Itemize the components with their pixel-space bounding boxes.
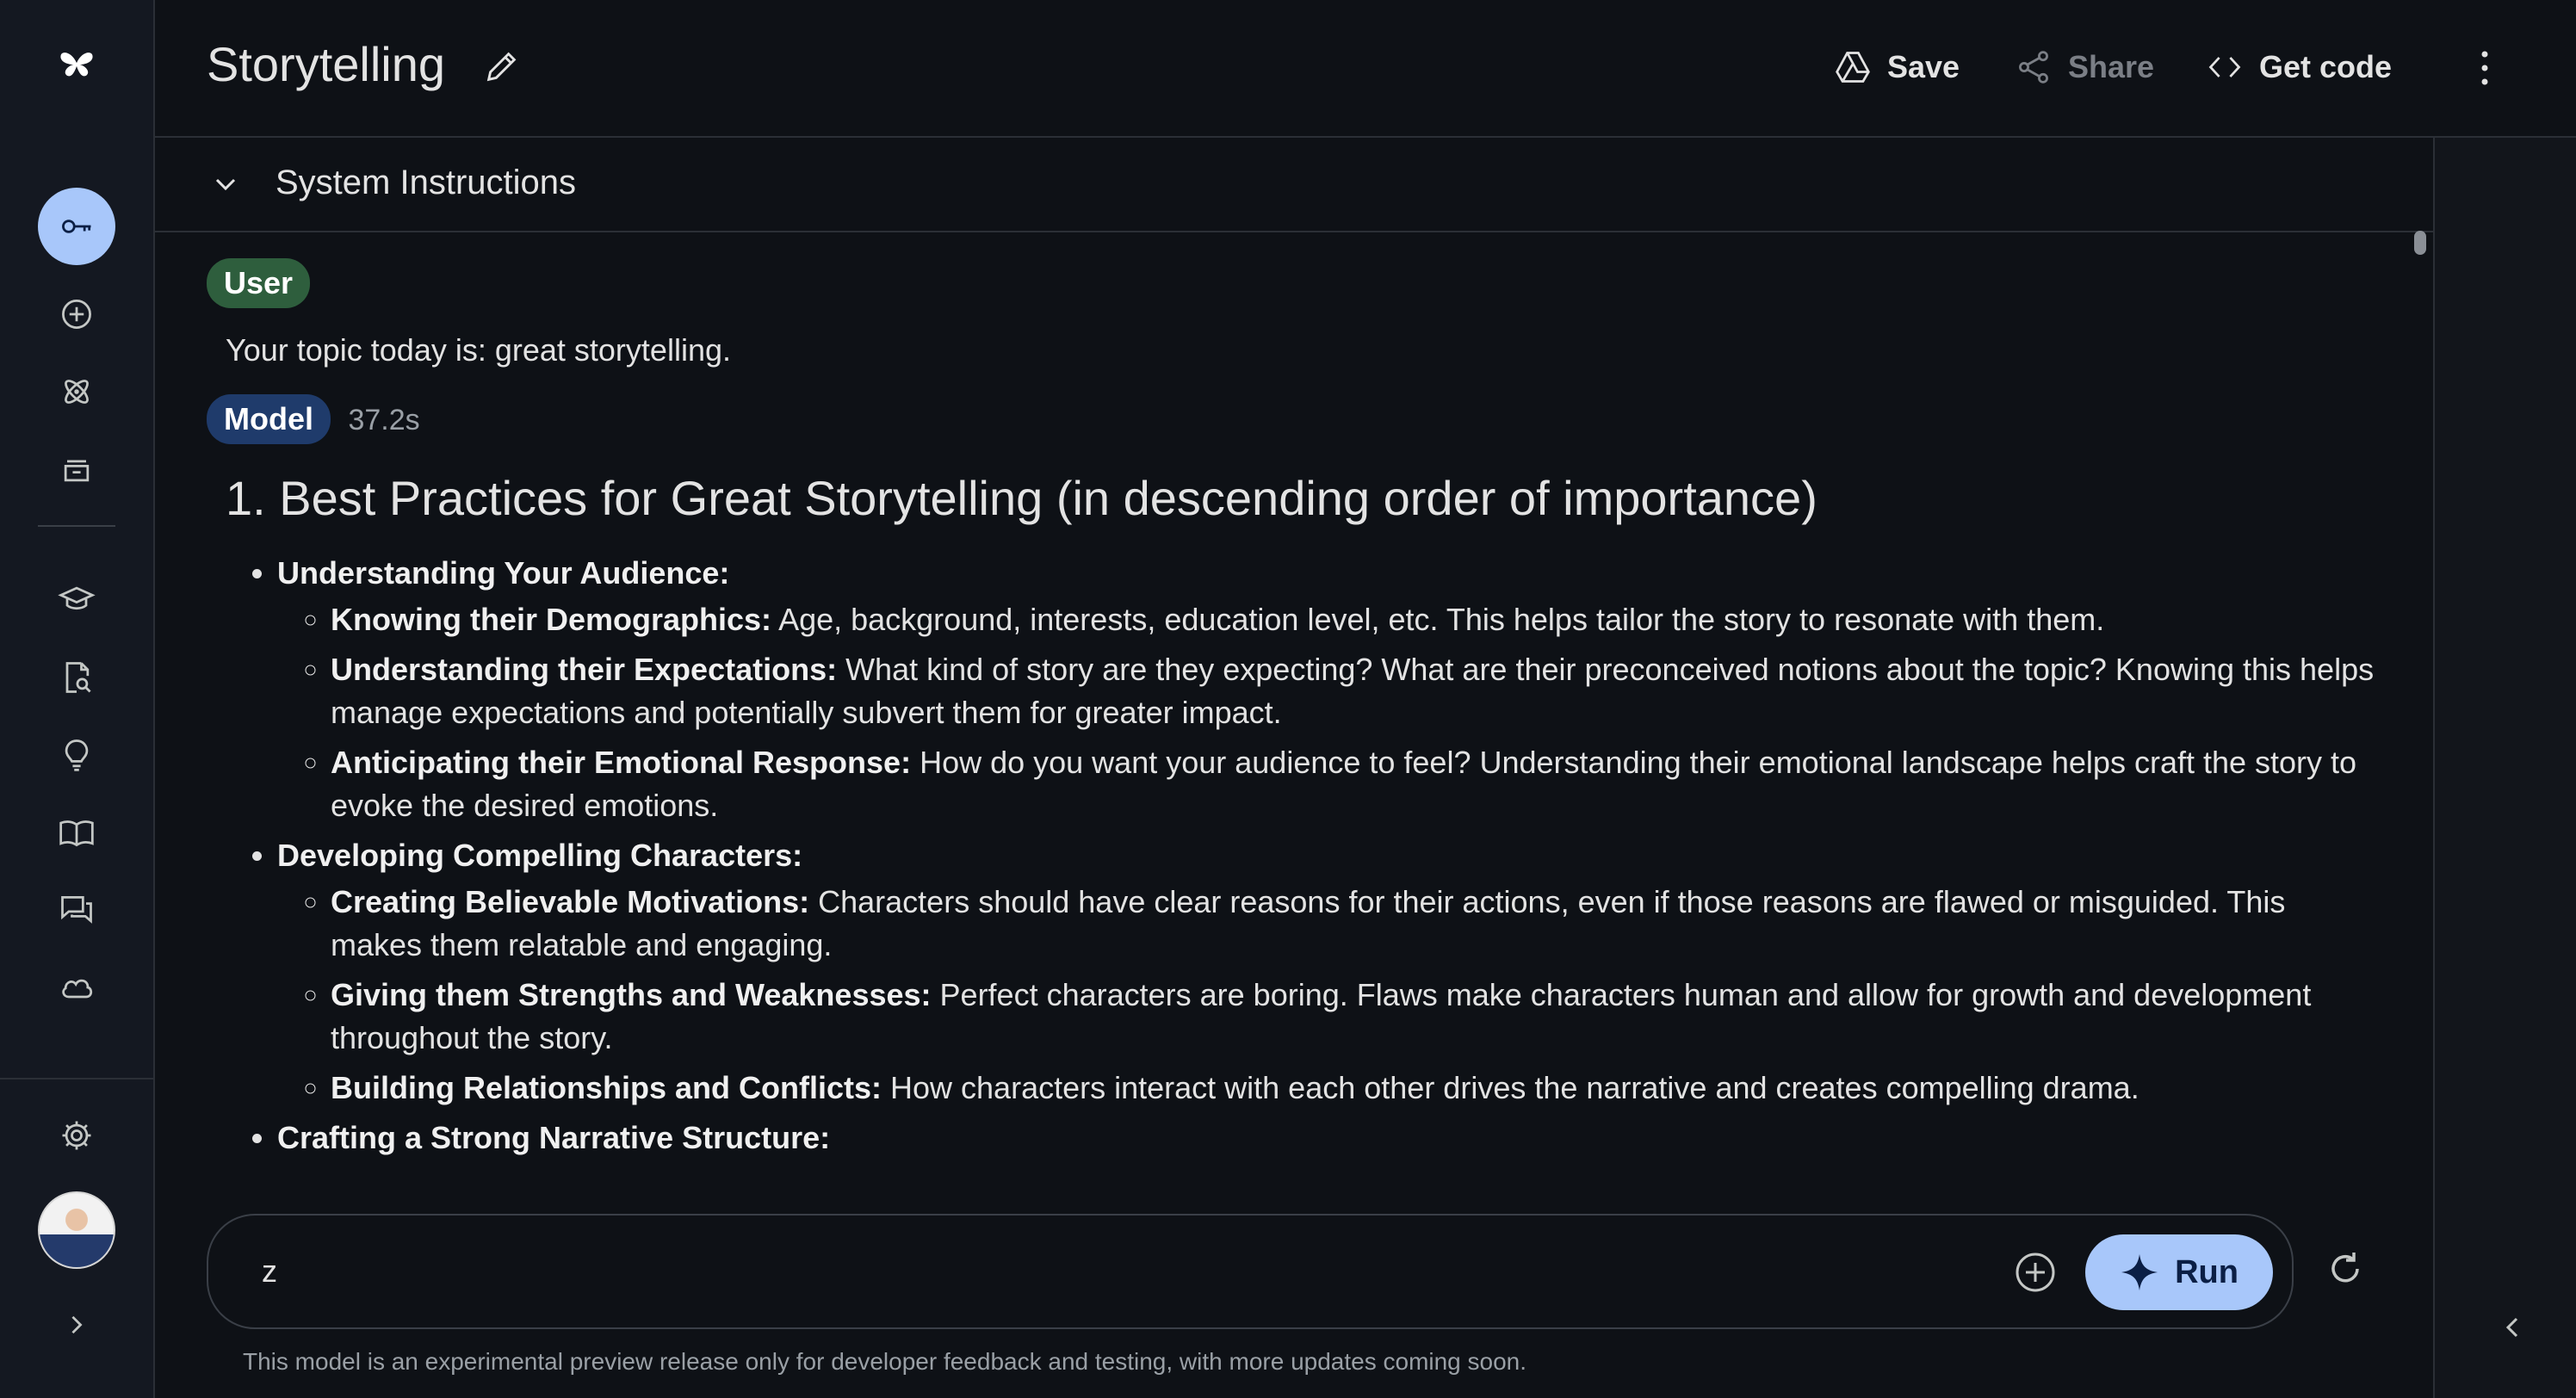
butterfly-logo-icon-svg — [60, 53, 93, 77]
prompt-input[interactable] — [260, 1240, 1985, 1303]
key-icon — [62, 220, 91, 233]
more-options-icon[interactable] — [2476, 46, 2493, 90]
system-instructions-toggle[interactable]: System Instructions — [155, 138, 2433, 232]
list-item: Building Relationships and Conflicts: Ho… — [331, 1067, 2376, 1110]
user-role-chip: User — [207, 258, 311, 308]
edit-pencil-icon[interactable] — [482, 46, 522, 86]
rail-divider — [0, 1078, 153, 1079]
run-label: Run — [2175, 1253, 2239, 1290]
sub-list: Creating Believable Motivations: Charact… — [277, 881, 2376, 1110]
tune-model-icon[interactable] — [38, 353, 115, 430]
chat-content: User Your topic today is: great storytel… — [207, 258, 2376, 1166]
archive-icon — [64, 460, 90, 482]
lightbulb-icon — [65, 739, 89, 771]
item-text: Age, background, interests, education le… — [771, 602, 2105, 637]
list-item: Knowing their Demographics: Age, backgro… — [331, 598, 2376, 641]
get-code-label: Get code — [2259, 49, 2393, 84]
graduation-cap-icon — [58, 586, 96, 610]
system-instructions-label: System Instructions — [276, 164, 577, 201]
sparkle-icon — [2121, 1253, 2158, 1291]
list-item: Anticipating their Emotional Response: H… — [331, 741, 2376, 827]
run-button[interactable]: Run — [2085, 1234, 2273, 1310]
save-button[interactable]: Save — [1834, 43, 1960, 91]
cookbook-icon[interactable] — [38, 794, 115, 871]
expand-rail-icon[interactable] — [38, 1286, 115, 1364]
docs-search-icon[interactable] — [38, 639, 115, 716]
item-term: Understanding their Expectations: — [331, 652, 838, 687]
list-item: Crafting a Strong Narrative Structure: — [277, 1117, 2376, 1160]
share-label: Share — [2068, 49, 2155, 84]
document-search-icon — [65, 662, 91, 693]
list-item: Developing Compelling Characters: Creati… — [277, 834, 2376, 1110]
library-icon[interactable] — [38, 430, 115, 508]
list-item: Giving them Strengths and Weaknesses: Pe… — [331, 974, 2376, 1060]
left-nav-rail — [0, 0, 155, 1398]
new-prompt-icon[interactable] — [38, 275, 115, 353]
prompt-gallery-icon[interactable] — [38, 716, 115, 794]
chevron-right-icon — [71, 1315, 83, 1334]
list-item: Understanding Your Audience: Knowing the… — [277, 552, 2376, 827]
user-message: Your topic today is: great storytelling. — [226, 332, 731, 368]
cloud-icon[interactable] — [38, 949, 115, 1026]
list-item: Creating Believable Motivations: Charact… — [331, 881, 2376, 967]
prompt-box: Run — [207, 1214, 2294, 1329]
chat-bubbles-icon — [61, 895, 92, 924]
rail-separator — [38, 525, 115, 527]
item-term: Creating Believable Motivations: — [331, 884, 810, 919]
get-code-button[interactable]: Get code — [2206, 43, 2392, 91]
item-term: Anticipating their Emotional Response: — [331, 745, 912, 780]
butterfly-logo-icon[interactable] — [38, 26, 115, 103]
model-response-time: 37.2s — [348, 404, 420, 436]
scrollbar-thumb[interactable] — [2414, 231, 2426, 255]
gear-icon — [62, 1121, 91, 1150]
section-title: Understanding Your Audience: — [277, 555, 730, 591]
forum-icon[interactable] — [38, 871, 115, 949]
section-title: Developing Compelling Characters: — [277, 838, 803, 873]
add-media-icon[interactable] — [2013, 1250, 2058, 1295]
share-button[interactable]: Share — [2015, 43, 2154, 91]
settings-icon[interactable] — [38, 1097, 115, 1174]
disclaimer-text: This model is an experimental preview re… — [243, 1348, 1527, 1375]
response-list: Understanding Your Audience: Knowing the… — [207, 552, 2376, 1160]
chevron-left-icon[interactable] — [2497, 1312, 2528, 1343]
right-panel-rail — [2433, 138, 2576, 1398]
top-bar: Storytelling Save Share Get code — [155, 0, 2576, 138]
plus-circle-icon — [62, 300, 91, 329]
save-label: Save — [1887, 49, 1960, 84]
atom-icon — [65, 380, 89, 404]
item-text: How characters interact with each other … — [882, 1070, 2139, 1105]
open-book-icon — [59, 820, 94, 847]
response-heading: 1. Best Practices for Great Storytelling… — [226, 471, 1817, 525]
sub-list: Knowing their Demographics: Age, backgro… — [277, 598, 2376, 827]
api-key-icon[interactable] — [38, 188, 115, 265]
item-term: Giving them Strengths and Weaknesses: — [331, 977, 932, 1012]
item-term: Building Relationships and Conflicts: — [331, 1070, 882, 1105]
learn-icon[interactable] — [38, 560, 115, 637]
list-item: Understanding their Expectations: What k… — [331, 648, 2376, 734]
avatar[interactable] — [38, 1191, 115, 1269]
drive-icon — [1836, 52, 1870, 83]
section-title: Crafting a Strong Narrative Structure: — [277, 1120, 831, 1155]
share-icon — [2019, 51, 2048, 84]
page-title: Storytelling — [207, 37, 446, 91]
chevron-down-icon — [215, 178, 236, 191]
code-brackets-icon — [2208, 57, 2241, 77]
model-role-chip: Model — [207, 394, 331, 444]
item-term: Knowing their Demographics: — [331, 602, 772, 637]
refresh-icon[interactable] — [2325, 1248, 2366, 1290]
cloud-icon-svg — [62, 979, 93, 999]
